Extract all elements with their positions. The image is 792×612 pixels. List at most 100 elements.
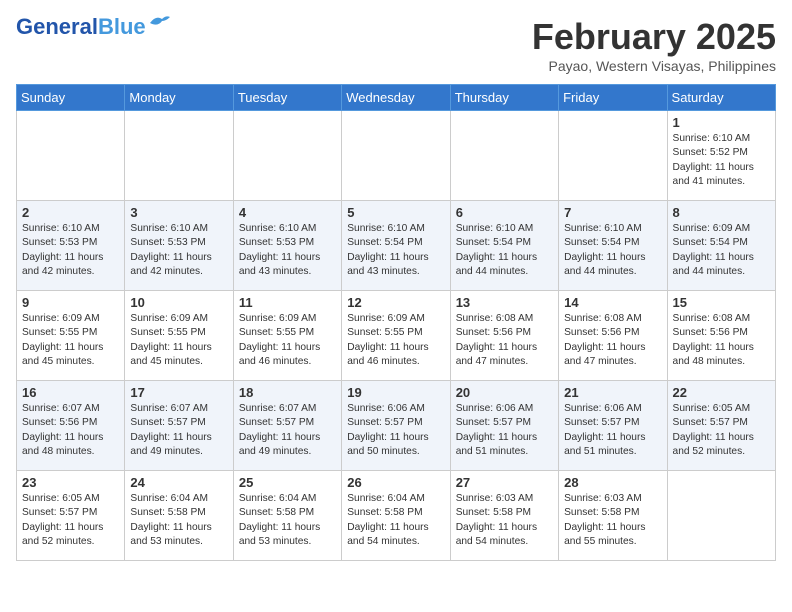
weekday-header-sunday: Sunday — [17, 85, 125, 111]
calendar-cell: 16Sunrise: 6:07 AM Sunset: 5:56 PM Dayli… — [17, 381, 125, 471]
calendar-week-row: 1 Sunrise: 6:10 AM Sunset: 5:52 PM Daylig… — [17, 111, 776, 201]
calendar-cell: 4 Sunrise: 6:10 AM Sunset: 5:53 PM Daylig… — [233, 201, 341, 291]
calendar-cell: 9 Sunrise: 6:09 AM Sunset: 5:55 PM Daylig… — [17, 291, 125, 381]
calendar-cell: 26 Sunrise: 6:04 AM Sunset: 5:58 PM Dayli… — [342, 471, 450, 561]
location-subtitle: Payao, Western Visayas, Philippines — [532, 58, 776, 74]
day-info: Sunrise: 6:10 AM Sunset: 5:54 PM Dayligh… — [347, 222, 444, 279]
day-number: 2 — [22, 205, 119, 220]
day-number: 19 — [347, 385, 444, 400]
day-number: 14 — [564, 295, 661, 310]
calendar-cell: 20 Sunrise: 6:06 AM Sunset: 5:57 PM Dayli… — [450, 381, 558, 471]
day-info: Sunrise: 6:04 AM Sunset: 5:58 PM Dayligh… — [347, 492, 444, 549]
calendar-cell: 8 Sunrise: 6:09 AM Sunset: 5:54 PM Daylig… — [667, 201, 775, 291]
day-info: Sunrise: 6:10 AM Sunset: 5:53 PM Dayligh… — [130, 222, 227, 279]
day-number: 16 — [22, 385, 119, 400]
day-number: 27 — [456, 475, 553, 490]
calendar-cell: 13 Sunrise: 6:08 AM Sunset: 5:56 PM Dayli… — [450, 291, 558, 381]
day-info: Sunrise: 6:08 AM Sunset: 5:56 PM Dayligh… — [456, 312, 553, 369]
day-number: 18 — [239, 385, 336, 400]
calendar-cell: 21 Sunrise: 6:06 AM Sunset: 5:57 PM Dayli… — [559, 381, 667, 471]
calendar-cell — [450, 111, 558, 201]
weekday-header-wednesday: Wednesday — [342, 85, 450, 111]
calendar-header-row: SundayMondayTuesdayWednesdayThursdayFrid… — [17, 85, 776, 111]
day-info: Sunrise: 6:10 AM Sunset: 5:52 PM Dayligh… — [673, 132, 770, 189]
day-number: 8 — [673, 205, 770, 220]
day-info: Sunrise: 6:06 AM Sunset: 5:57 PM Dayligh… — [456, 402, 553, 459]
day-info: Sunrise: 6:06 AM Sunset: 5:57 PM Dayligh… — [347, 402, 444, 459]
day-number: 11 — [239, 295, 336, 310]
calendar-week-row: 23 Sunrise: 6:05 AM Sunset: 5:57 PM Dayli… — [17, 471, 776, 561]
calendar-cell — [667, 471, 775, 561]
logo-general: General — [16, 14, 98, 39]
day-number: 5 — [347, 205, 444, 220]
calendar-cell — [233, 111, 341, 201]
weekday-header-friday: Friday — [559, 85, 667, 111]
logo-bird-icon — [148, 13, 170, 31]
calendar-cell — [342, 111, 450, 201]
day-info: Sunrise: 6:10 AM Sunset: 5:54 PM Dayligh… — [564, 222, 661, 279]
calendar-table: SundayMondayTuesdayWednesdayThursdayFrid… — [16, 84, 776, 561]
day-info: Sunrise: 6:05 AM Sunset: 5:57 PM Dayligh… — [673, 402, 770, 459]
calendar-cell: 18 Sunrise: 6:07 AM Sunset: 5:57 PM Dayli… — [233, 381, 341, 471]
calendar-cell: 14 Sunrise: 6:08 AM Sunset: 5:56 PM Dayli… — [559, 291, 667, 381]
day-info: Sunrise: 6:07 AM Sunset: 5:57 PM Dayligh… — [130, 402, 227, 459]
calendar-week-row: 9 Sunrise: 6:09 AM Sunset: 5:55 PM Daylig… — [17, 291, 776, 381]
calendar-cell: 19 Sunrise: 6:06 AM Sunset: 5:57 PM Dayli… — [342, 381, 450, 471]
day-info: Sunrise: 6:10 AM Sunset: 5:53 PM Dayligh… — [22, 222, 119, 279]
calendar-cell: 15 Sunrise: 6:08 AM Sunset: 5:56 PM Dayli… — [667, 291, 775, 381]
day-number: 7 — [564, 205, 661, 220]
day-number: 13 — [456, 295, 553, 310]
logo-blue: Blue — [98, 14, 146, 39]
day-number: 25 — [239, 475, 336, 490]
day-number: 20 — [456, 385, 553, 400]
day-number: 9 — [22, 295, 119, 310]
day-number: 15 — [673, 295, 770, 310]
weekday-header-monday: Monday — [125, 85, 233, 111]
title-block: February 2025 Payao, Western Visayas, Ph… — [532, 16, 776, 74]
weekday-header-tuesday: Tuesday — [233, 85, 341, 111]
day-number: 22 — [673, 385, 770, 400]
day-number: 28 — [564, 475, 661, 490]
day-number: 24 — [130, 475, 227, 490]
day-number: 3 — [130, 205, 227, 220]
day-info: Sunrise: 6:06 AM Sunset: 5:57 PM Dayligh… — [564, 402, 661, 459]
day-info: Sunrise: 6:10 AM Sunset: 5:53 PM Dayligh… — [239, 222, 336, 279]
day-info: Sunrise: 6:08 AM Sunset: 5:56 PM Dayligh… — [673, 312, 770, 369]
calendar-cell: 12 Sunrise: 6:09 AM Sunset: 5:55 PM Dayli… — [342, 291, 450, 381]
day-number: 23 — [22, 475, 119, 490]
calendar-week-row: 2 Sunrise: 6:10 AM Sunset: 5:53 PM Daylig… — [17, 201, 776, 291]
day-info: Sunrise: 6:04 AM Sunset: 5:58 PM Dayligh… — [239, 492, 336, 549]
month-title: February 2025 — [532, 16, 776, 58]
calendar-cell: 2 Sunrise: 6:10 AM Sunset: 5:53 PM Daylig… — [17, 201, 125, 291]
day-info: Sunrise: 6:03 AM Sunset: 5:58 PM Dayligh… — [564, 492, 661, 549]
day-number: 12 — [347, 295, 444, 310]
day-number: 1 — [673, 115, 770, 130]
calendar-cell: 24 Sunrise: 6:04 AM Sunset: 5:58 PM Dayli… — [125, 471, 233, 561]
day-info: Sunrise: 6:09 AM Sunset: 5:55 PM Dayligh… — [239, 312, 336, 369]
day-info: Sunrise: 6:09 AM Sunset: 5:55 PM Dayligh… — [347, 312, 444, 369]
day-info: Sunrise: 6:09 AM Sunset: 5:55 PM Dayligh… — [22, 312, 119, 369]
calendar-cell — [17, 111, 125, 201]
page-header: GeneralBlue February 2025 Payao, Western… — [16, 16, 776, 74]
day-number: 21 — [564, 385, 661, 400]
day-number: 26 — [347, 475, 444, 490]
calendar-cell: 7 Sunrise: 6:10 AM Sunset: 5:54 PM Daylig… — [559, 201, 667, 291]
day-info: Sunrise: 6:08 AM Sunset: 5:56 PM Dayligh… — [564, 312, 661, 369]
day-number: 4 — [239, 205, 336, 220]
calendar-cell — [559, 111, 667, 201]
weekday-header-saturday: Saturday — [667, 85, 775, 111]
calendar-cell: 28 Sunrise: 6:03 AM Sunset: 5:58 PM Dayli… — [559, 471, 667, 561]
calendar-cell: 10Sunrise: 6:09 AM Sunset: 5:55 PM Dayli… — [125, 291, 233, 381]
day-info: Sunrise: 6:05 AM Sunset: 5:57 PM Dayligh… — [22, 492, 119, 549]
day-info: Sunrise: 6:04 AM Sunset: 5:58 PM Dayligh… — [130, 492, 227, 549]
calendar-cell: 5 Sunrise: 6:10 AM Sunset: 5:54 PM Daylig… — [342, 201, 450, 291]
calendar-cell: 1 Sunrise: 6:10 AM Sunset: 5:52 PM Daylig… — [667, 111, 775, 201]
day-number: 10 — [130, 295, 227, 310]
weekday-header-thursday: Thursday — [450, 85, 558, 111]
calendar-cell: 22 Sunrise: 6:05 AM Sunset: 5:57 PM Dayli… — [667, 381, 775, 471]
day-info: Sunrise: 6:07 AM Sunset: 5:57 PM Dayligh… — [239, 402, 336, 459]
logo: GeneralBlue — [16, 16, 170, 38]
day-info: Sunrise: 6:09 AM Sunset: 5:54 PM Dayligh… — [673, 222, 770, 279]
day-info: Sunrise: 6:03 AM Sunset: 5:58 PM Dayligh… — [456, 492, 553, 549]
day-number: 6 — [456, 205, 553, 220]
